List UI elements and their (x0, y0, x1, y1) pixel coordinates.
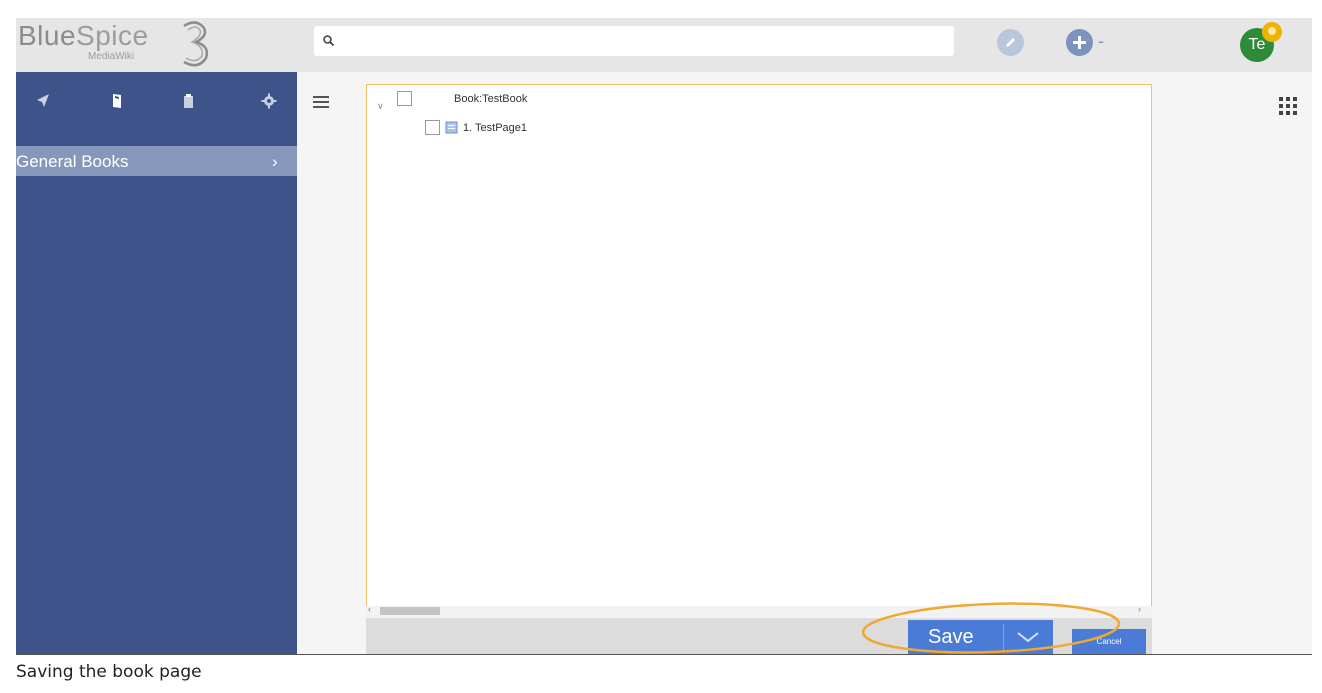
cancel-button[interactable]: Cancel (1072, 629, 1146, 655)
add-button[interactable] (1066, 29, 1093, 56)
gear-icon[interactable] (260, 92, 278, 110)
edit-button[interactable] (997, 29, 1024, 56)
caption: Saving the book page (16, 662, 202, 682)
logo-three-mark (183, 21, 209, 67)
save-button[interactable]: Save (908, 620, 1053, 655)
logo-subtitle: MediaWiki (88, 51, 135, 62)
notification-badge[interactable] (1262, 22, 1282, 42)
chevron-down-icon[interactable] (1015, 628, 1041, 646)
chevron-down-icon[interactable]: ∨ (377, 96, 384, 116)
logo-wordmark: BlueSpice (18, 20, 149, 51)
checkbox[interactable] (397, 91, 412, 106)
navigation-icon[interactable] (34, 92, 52, 110)
scroll-right-icon[interactable]: › (1138, 604, 1141, 614)
search-input[interactable] (342, 30, 942, 52)
tree-row-root[interactable]: ∨ Book:TestBook (367, 89, 767, 111)
checkbox[interactable] (425, 120, 440, 135)
search-icon (323, 35, 335, 47)
clipboard-icon[interactable] (179, 92, 197, 110)
app-window: BlueSpice MediaWiki - Te General Books ›… (16, 18, 1312, 655)
hamburger-menu-icon[interactable] (313, 96, 329, 108)
save-button-label: Save (928, 626, 974, 648)
tree-row-child[interactable]: 1. TestPage1 (367, 118, 767, 138)
apps-grid-icon[interactable] (1278, 96, 1298, 116)
caption-divider (16, 654, 1312, 655)
book-icon[interactable] (108, 92, 126, 110)
page-icon (445, 121, 458, 134)
sidebar: General Books › (16, 72, 297, 655)
pencil-icon (1006, 38, 1015, 47)
search-bar[interactable] (314, 26, 954, 56)
book-tree-panel: ∨ Book:TestBook 1. TestPage1 (366, 84, 1152, 617)
logo[interactable]: BlueSpice MediaWiki (16, 18, 296, 72)
tree-node-label[interactable]: Book:TestBook (454, 89, 527, 109)
sidebar-item-general-books[interactable]: General Books › (16, 146, 297, 176)
scrollbar-thumb[interactable] (380, 607, 440, 615)
add-dropdown-caret-icon[interactable]: - (1098, 32, 1104, 50)
top-bar: BlueSpice MediaWiki - Te (16, 18, 1312, 72)
tree-node-label[interactable]: 1. TestPage1 (463, 118, 527, 138)
plus-icon (1073, 36, 1086, 49)
scroll-left-icon[interactable]: ‹ (368, 604, 371, 614)
sidebar-item-label: General Books (16, 152, 129, 171)
sidebar-tabs (16, 72, 297, 136)
chevron-right-icon: › (272, 152, 278, 171)
horizontal-scrollbar[interactable]: ‹ › (366, 604, 1152, 617)
